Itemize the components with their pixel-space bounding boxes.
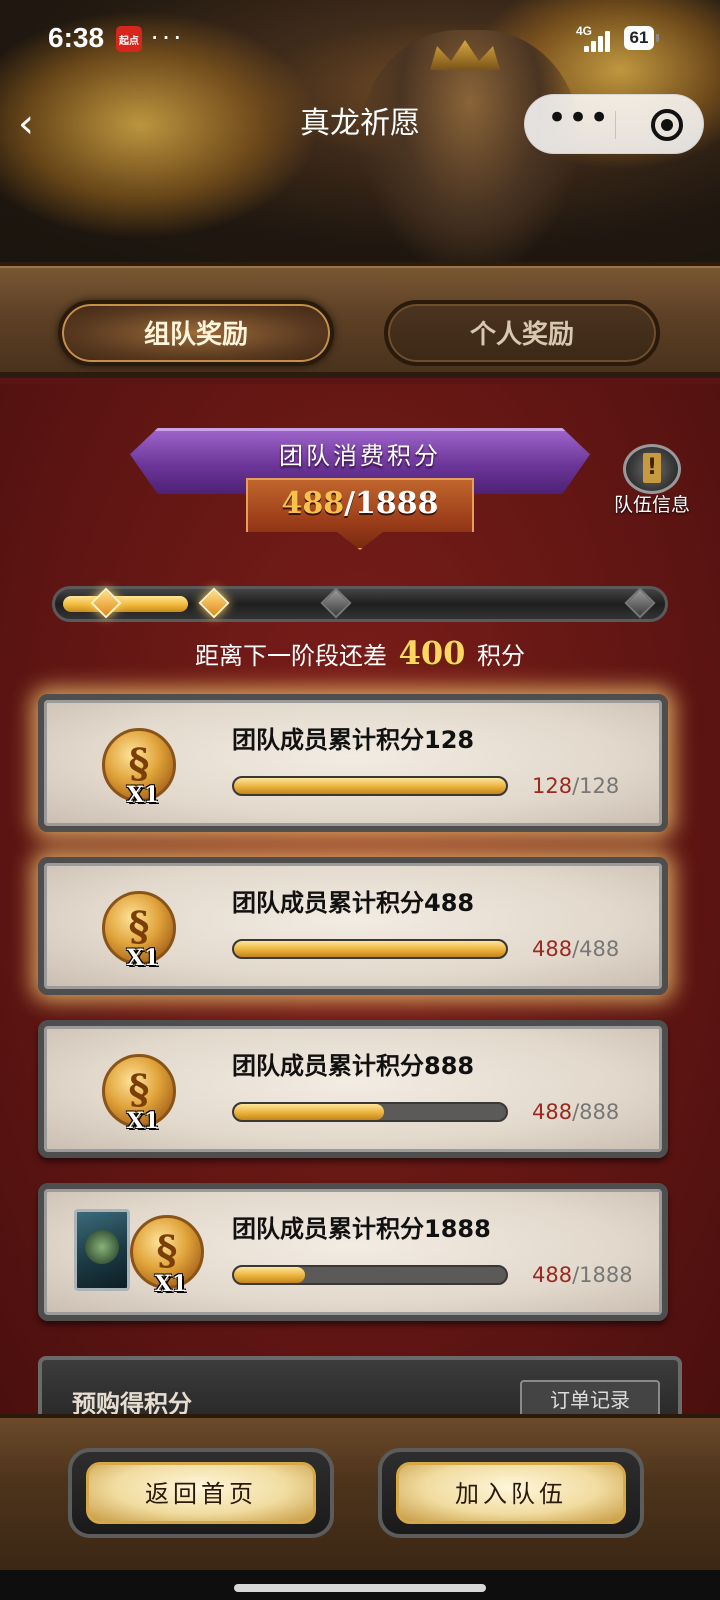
- more-icon[interactable]: •••: [547, 101, 609, 139]
- tab-personal-rewards[interactable]: 个人奖励: [384, 300, 660, 366]
- reward-progress-bar: [232, 776, 508, 796]
- reward-count: X1: [126, 945, 160, 971]
- reward-progress-text: 488/888: [532, 1100, 620, 1124]
- bottom-action-bar: 返回首页 加入队伍: [0, 1414, 720, 1570]
- capsule-divider: [615, 111, 616, 139]
- hint-value: 400: [398, 634, 466, 672]
- team-score: 488/1888: [246, 482, 474, 526]
- score-target: 1888: [355, 486, 439, 521]
- progress-current: 488: [532, 1263, 573, 1287]
- reward-title: 团队成员累计积分888: [232, 1052, 475, 1080]
- reward-count: X1: [126, 782, 160, 808]
- hint-prefix: 距离下一阶段还差: [194, 642, 387, 670]
- hero-card-icon: [74, 1209, 130, 1291]
- reward-title: 团队成员累计积分128: [232, 726, 475, 754]
- stage-node-4: [624, 587, 656, 619]
- back-button[interactable]: ‹: [18, 104, 48, 144]
- page-title: 真龙祈愿: [300, 106, 420, 141]
- score-separator: /: [344, 486, 356, 521]
- reward-title: 团队成员累计积分1888: [232, 1215, 491, 1243]
- reward-card: § X1 团队成员累计积分888 488/888: [38, 1020, 668, 1158]
- progress-current: 488: [532, 937, 573, 961]
- tab-team-rewards[interactable]: 组队奖励: [58, 300, 334, 366]
- battery-icon: 61: [624, 26, 659, 50]
- stage-node-2: [198, 587, 230, 619]
- progress-target: 488: [579, 937, 620, 961]
- stage-node-1: [90, 587, 122, 619]
- hint-suffix: 积分: [477, 642, 526, 670]
- reward-card: § X1 团队成员累计积分1888 488/1888: [38, 1183, 668, 1321]
- reward-title: 团队成员累计积分488: [232, 889, 475, 917]
- stage-progress-fill: [63, 596, 188, 612]
- mini-program-capsule: •••: [524, 94, 704, 154]
- join-team-label: 加入队伍: [396, 1462, 626, 1524]
- reward-progress-text: 488/1888: [532, 1263, 633, 1287]
- close-target-icon[interactable]: [651, 109, 683, 141]
- score-title: 团队消费积分: [279, 442, 441, 470]
- reward-count: X1: [154, 1271, 188, 1297]
- score-current: 488: [281, 486, 345, 521]
- team-info-label: 队伍信息: [613, 494, 690, 516]
- progress-target: 128: [579, 774, 620, 798]
- reward-progress-bar: [232, 1265, 508, 1285]
- progress-target: 888: [579, 1100, 620, 1124]
- info-book-icon: [623, 444, 681, 494]
- reward-count: X1: [126, 1108, 160, 1134]
- home-indicator: [0, 1570, 720, 1600]
- tab-bar: 组队奖励 个人奖励: [0, 262, 720, 378]
- status-more-dots: ···: [150, 20, 184, 51]
- progress-current: 488: [532, 1100, 573, 1124]
- reward-card: § X1 团队成员累计积分488 488/488: [38, 857, 668, 995]
- reward-progress-fill: [234, 941, 506, 957]
- reward-progress-fill: [234, 1104, 384, 1120]
- app-notification-icon: 起点: [116, 26, 142, 52]
- return-home-label: 返回首页: [86, 1462, 316, 1524]
- return-home-button[interactable]: 返回首页: [68, 1448, 334, 1538]
- status-bar: 6:38 起点 ··· 4G 61: [0, 0, 720, 80]
- reward-progress-bar: [232, 939, 508, 959]
- stage-node-3: [320, 587, 352, 619]
- team-info-button[interactable]: 队伍信息: [602, 444, 702, 516]
- home-indicator-bar: [234, 1584, 486, 1592]
- signal-icon: [584, 30, 612, 52]
- reward-card: § X1 团队成员累计积分128 128/128: [38, 694, 668, 832]
- reward-progress-fill: [234, 778, 506, 794]
- stage-progress-bar: [52, 586, 668, 622]
- reward-progress-fill: [234, 1267, 305, 1283]
- progress-target: 1888: [579, 1263, 633, 1287]
- progress-current: 128: [532, 774, 573, 798]
- join-team-button[interactable]: 加入队伍: [378, 1448, 644, 1538]
- stage-hint: 距离下一阶段还差 400 积分: [0, 630, 720, 679]
- reward-progress-text: 128/128: [532, 774, 620, 798]
- reward-progress-text: 488/488: [532, 937, 620, 961]
- reward-progress-bar: [232, 1102, 508, 1122]
- status-time: 6:38: [48, 22, 105, 53]
